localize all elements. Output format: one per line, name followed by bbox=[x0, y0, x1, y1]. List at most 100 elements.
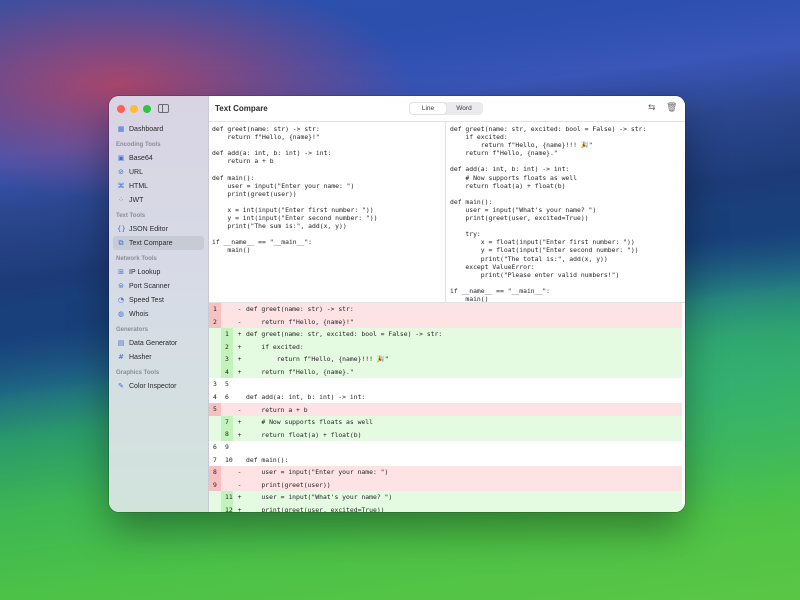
diff-sign: + bbox=[237, 368, 242, 376]
sidebar-item-html[interactable]: ⌘ HTML bbox=[113, 179, 204, 193]
sidebar-item-hasher[interactable]: # Hasher bbox=[113, 350, 204, 364]
page-title: Text Compare bbox=[215, 104, 268, 113]
diff-code: user = input("Enter your name: ") bbox=[246, 468, 389, 477]
new-line-number bbox=[221, 316, 233, 329]
sidebar-item-speed-test[interactable]: ◔ Speed Test bbox=[113, 293, 204, 307]
diff-code: return a + b bbox=[246, 405, 308, 414]
line-number-gutter: 7 10 bbox=[209, 454, 234, 467]
sidebar-item-dashboard[interactable]: ▦ Dashboard bbox=[113, 122, 204, 136]
new-line-number: 9 bbox=[225, 443, 229, 452]
diff-row: 11 + user = input("What's your name? ") bbox=[209, 491, 682, 504]
diff-code: return f"Hello, {name}!" bbox=[246, 317, 354, 326]
diff-code: print(greet(user)) bbox=[246, 480, 331, 489]
gauge-icon: ◔ bbox=[117, 296, 125, 304]
sidebar-item-label: JWT bbox=[129, 196, 144, 204]
minimize-window-button[interactable] bbox=[130, 105, 138, 113]
sidebar-item-whois[interactable]: ◍ Whois bbox=[113, 307, 204, 321]
diff-code: def greet(name: str) -> str: bbox=[246, 305, 354, 314]
diff-row: 12 + print(greet(user, excited=True)) bbox=[209, 503, 682, 512]
old-line-number bbox=[209, 353, 221, 366]
line-number-gutter: 11 bbox=[209, 491, 234, 504]
sidebar-nav: ▦ Dashboard Encoding Tools ▣ Base64 ⊘ URL ⌘ HTML… bbox=[109, 122, 208, 393]
diff-sign: - bbox=[237, 405, 242, 414]
sidebar-item-port-scanner[interactable]: ⊜ Port Scanner bbox=[113, 279, 204, 293]
diff-row: 35 bbox=[209, 378, 685, 391]
diff-row: 2 - return f"Hello, {name}!" bbox=[209, 315, 682, 329]
new-line-number: 7 bbox=[221, 415, 233, 429]
line-number-gutter: 2 bbox=[209, 340, 234, 354]
sidebar-item-label: HTML bbox=[129, 182, 149, 190]
line-number-gutter: 4 bbox=[209, 365, 234, 379]
diff-row: 5 - return a + b bbox=[209, 403, 682, 416]
diff-row: 3 + return f"Hello, {name}!!! 🎉" bbox=[209, 353, 682, 366]
line-number-gutter: 1 bbox=[209, 303, 234, 316]
sidebar-section-title: Encoding Tools bbox=[116, 142, 161, 148]
new-line-number: 4 bbox=[221, 365, 233, 379]
diff-row: 1 - def greet(name: str) -> str: bbox=[209, 303, 682, 316]
sidebar-item-label: Port Scanner bbox=[129, 282, 170, 290]
diff-row: 8 - user = input("Enter your name: ") bbox=[209, 466, 682, 479]
diff-sign: + bbox=[237, 330, 242, 339]
hash-icon: # bbox=[118, 353, 124, 361]
swap-icon[interactable]: ⇆ bbox=[648, 103, 656, 113]
line-number-gutter: 3 bbox=[209, 353, 234, 366]
line-number-gutter: 12 bbox=[209, 503, 234, 512]
new-line-number: 8 bbox=[221, 428, 233, 442]
sidebar-section-title: Graphics Tools bbox=[116, 370, 160, 376]
sidebar-item-text-compare[interactable]: ⧉ Text Compare bbox=[113, 236, 204, 250]
tab-word[interactable]: Word bbox=[446, 103, 482, 114]
sidebar-toggle-icon[interactable] bbox=[158, 104, 169, 113]
old-line-number: 8 bbox=[209, 466, 221, 479]
sidebar-item-url[interactable]: ⊘ URL bbox=[113, 165, 204, 179]
sidebar-item-label: Text Compare bbox=[129, 239, 173, 247]
sidebar-item-jwt[interactable]: ⁘ JWT bbox=[113, 193, 204, 207]
diff-row: 2 + if excited: bbox=[209, 340, 682, 354]
diff-row: 8 + return float(a) + float(b) bbox=[209, 428, 682, 442]
line-number-gutter: 9 bbox=[209, 478, 234, 492]
tab-line[interactable]: Line bbox=[410, 103, 446, 114]
diff-sign: + bbox=[237, 355, 242, 364]
line-number-gutter: 1 bbox=[209, 328, 234, 341]
diff-row: 9 - print(greet(user)) bbox=[209, 478, 682, 492]
old-line-number: 5 bbox=[209, 403, 221, 416]
old-line-number bbox=[209, 366, 221, 379]
braces-icon: {} bbox=[117, 225, 126, 233]
scanner-icon: ⊜ bbox=[118, 282, 124, 290]
old-line-number: 6 bbox=[213, 443, 217, 452]
new-line-number: 6 bbox=[225, 392, 229, 401]
left-text-editor[interactable]: def greet(name: str) -> str: return f"He… bbox=[209, 122, 446, 302]
trash-icon[interactable]: 🗑 bbox=[666, 103, 677, 113]
line-number-gutter: 35 bbox=[209, 378, 234, 391]
diff-code: print(greet(user, excited=True)) bbox=[246, 506, 385, 512]
right-text-editor[interactable]: def greet(name: str, excited: bool = Fal… bbox=[447, 122, 685, 302]
diff-code: return f"Hello, {name}." bbox=[246, 368, 354, 376]
line-number-gutter: 69 bbox=[209, 441, 234, 454]
line-number-gutter: 7 bbox=[209, 415, 234, 429]
globe-icon: ◍ bbox=[117, 310, 125, 318]
toolbar: Text Compare Line Word ⇆ 🗑 bbox=[209, 96, 685, 122]
code-icon: ⌘ bbox=[117, 182, 125, 190]
sidebar-item-data-generator[interactable]: ▤ Data Generator bbox=[113, 336, 204, 350]
diff-sign: + bbox=[237, 493, 242, 502]
sidebar-item-color-inspector[interactable]: ✎ Color Inspector bbox=[113, 379, 204, 393]
new-line-number: 10 bbox=[225, 455, 233, 464]
diff-sign: + bbox=[237, 506, 242, 512]
diff-code: def greet(name: str, excited: bool = Fal… bbox=[246, 330, 443, 339]
diff-row: 4 + return f"Hello, {name}." bbox=[209, 365, 682, 379]
table-icon: ▤ bbox=[117, 339, 125, 347]
compare-icon: ⧉ bbox=[118, 239, 124, 247]
sidebar-item-label: Data Generator bbox=[129, 339, 178, 347]
sidebar-section-title: Network Tools bbox=[116, 256, 157, 262]
diff-code: if excited: bbox=[246, 342, 304, 351]
diff-code: def main(): bbox=[246, 455, 289, 464]
close-window-button[interactable] bbox=[117, 105, 125, 113]
sidebar-item-base64[interactable]: ▣ Base64 bbox=[113, 151, 204, 165]
new-line-number bbox=[221, 303, 233, 316]
sidebar-section-title: Generators bbox=[116, 327, 149, 333]
diff-sign: + bbox=[237, 342, 242, 351]
sidebar-item-label: IP Lookup bbox=[129, 268, 161, 276]
sidebar-item-ip-lookup[interactable]: ⊞ IP Lookup bbox=[113, 265, 204, 279]
sidebar-item-json-editor[interactable]: {} JSON Editor bbox=[113, 222, 204, 236]
new-line-number: 2 bbox=[221, 340, 233, 354]
zoom-window-button[interactable] bbox=[143, 105, 151, 113]
